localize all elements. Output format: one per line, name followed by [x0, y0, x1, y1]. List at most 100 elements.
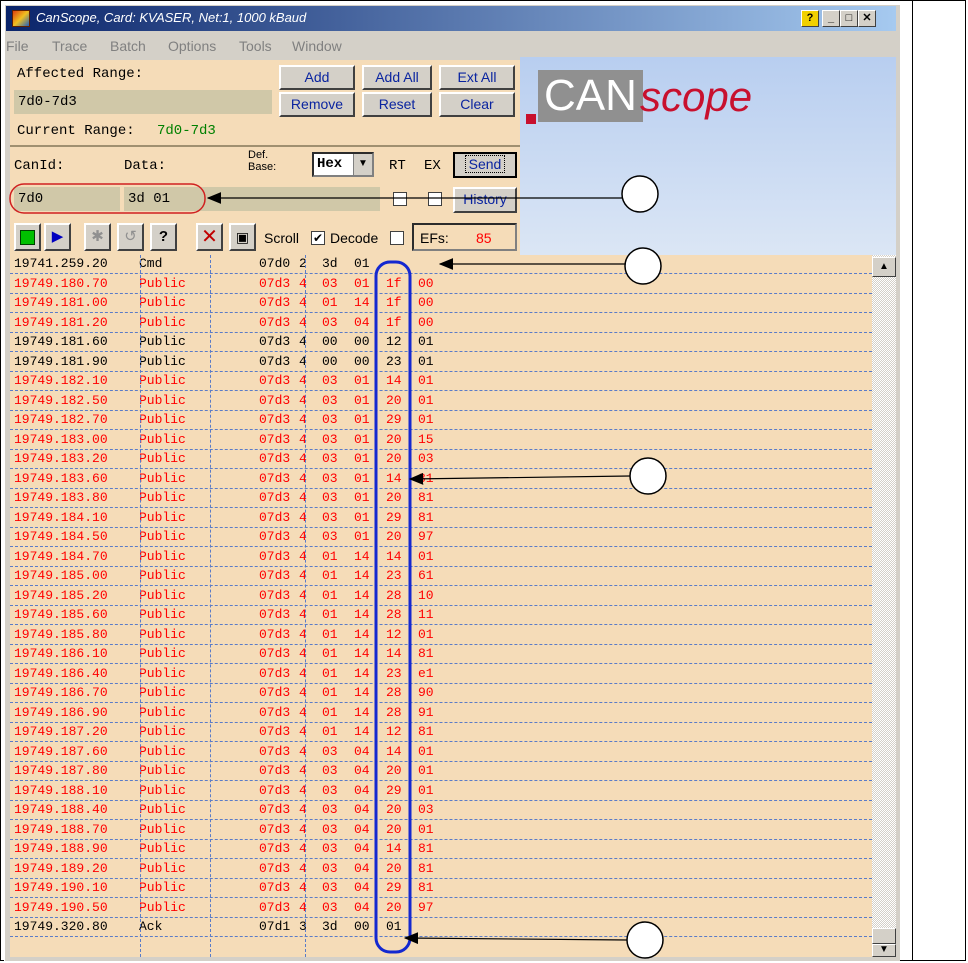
- trace-cell-b1: 01: [322, 626, 338, 642]
- ex-checkbox[interactable]: [428, 192, 442, 206]
- vertical-scrollbar[interactable]: [872, 255, 896, 957]
- menu-window[interactable]: Window: [292, 38, 342, 54]
- trace-cell-time: 19749.184.10: [14, 509, 108, 525]
- menu-options[interactable]: Options: [168, 38, 216, 54]
- trace-cell-id: 07d3: [259, 412, 291, 427]
- trace-cell-b4: 81: [418, 490, 434, 505]
- trace-cell-type: Public: [139, 860, 186, 876]
- ex-label: EX: [424, 158, 441, 174]
- trace-col-divider: [210, 255, 211, 957]
- trace-cell-b1: 03: [322, 743, 338, 759]
- canid-input[interactable]: 7d0: [14, 187, 120, 211]
- trace-cell-b4: 10: [418, 587, 434, 603]
- decode-checkbox[interactable]: [390, 231, 404, 245]
- trace-cell-id: 07d3: [259, 548, 291, 564]
- start-icon[interactable]: [14, 223, 41, 251]
- trace-cell-type: Public: [139, 275, 186, 291]
- trace-cell-b1: 03: [322, 782, 338, 798]
- trace-cell-b1: 01: [322, 607, 338, 622]
- logo-scope: scope: [640, 73, 753, 120]
- close-icon[interactable]: ✕: [858, 10, 876, 27]
- trace-cell-b2: 04: [354, 782, 370, 798]
- add-button[interactable]: Add: [279, 65, 355, 90]
- trace-cell-type: Public: [139, 509, 186, 525]
- menu-tools[interactable]: Tools: [239, 38, 272, 54]
- base-select[interactable]: Hex ▼: [312, 152, 374, 177]
- trace-cell-time: 19749.181.90: [14, 353, 108, 369]
- minimize-icon[interactable]: _: [822, 10, 840, 27]
- trace-cell-b3: 14: [386, 373, 402, 388]
- trace-cell-id: 07d3: [259, 431, 291, 447]
- chevron-down-icon[interactable]: ▼: [353, 154, 372, 175]
- trace-cell-b1: 03: [322, 529, 338, 544]
- trace-cell-id: 07d3: [259, 334, 291, 349]
- trace-cell-id: 07d3: [259, 295, 291, 310]
- ext-all-button[interactable]: Ext All: [439, 65, 515, 90]
- trace-cell-b4: 00: [418, 295, 434, 310]
- menu-batch[interactable]: Batch: [110, 38, 146, 54]
- play-icon[interactable]: ▶: [44, 223, 71, 251]
- trace-cell-b2: 14: [354, 607, 370, 622]
- trace-cell-type: Public: [139, 665, 186, 681]
- trace-cell-b1: 01: [322, 685, 338, 700]
- trace-cell-b1: 01: [322, 548, 338, 564]
- logo-dot: [526, 114, 536, 124]
- trace-cell-b4: 81: [418, 646, 434, 661]
- trace-cell-b4: 15: [418, 431, 434, 447]
- trace-cell-id: 07d3: [259, 568, 291, 583]
- history-button[interactable]: History: [453, 187, 517, 213]
- help-icon[interactable]: ?: [801, 10, 819, 27]
- delete-icon[interactable]: ✕: [196, 223, 223, 251]
- trace-cell-b2: 14: [354, 568, 370, 583]
- undo-icon[interactable]: ↺: [117, 223, 144, 251]
- rt-checkbox[interactable]: [393, 192, 407, 206]
- trace-cell-b3: 29: [386, 509, 402, 525]
- clear-button[interactable]: Clear: [439, 92, 515, 117]
- question-icon[interactable]: ?: [150, 223, 177, 251]
- save-icon[interactable]: ▣: [229, 223, 256, 251]
- scroll-down-icon[interactable]: ▼: [872, 944, 896, 957]
- affected-range-field[interactable]: 7d0-7d3: [14, 90, 272, 114]
- trace-cell-time: 19749.183.60: [14, 470, 108, 486]
- trace-cell-type: Public: [139, 373, 186, 388]
- trace-cell-b3: 12: [386, 724, 402, 739]
- maximize-icon[interactable]: □: [840, 10, 858, 27]
- trace-cell-b1: 03: [322, 470, 338, 486]
- trace-cell-b4: 01: [418, 626, 434, 642]
- trace-cell-b1: 01: [322, 665, 338, 681]
- trace-cell-b2: 01: [354, 256, 370, 271]
- trace-cell-b2: 04: [354, 860, 370, 876]
- trace-cell-b2: 14: [354, 548, 370, 564]
- trace-cell-b3: 28: [386, 587, 402, 603]
- trace-cell-time: 19749.183.20: [14, 451, 108, 466]
- trace-cell-b1: 01: [322, 724, 338, 739]
- scroll-checkbox[interactable]: ✔: [311, 231, 325, 245]
- menu-file[interactable]: File: [6, 38, 29, 54]
- remove-button[interactable]: Remove: [279, 92, 355, 117]
- trace-cell-b2: 04: [354, 899, 370, 915]
- scroll-up-icon[interactable]: ▲: [872, 257, 896, 277]
- asterisk-icon[interactable]: ✱: [84, 223, 111, 251]
- figure-divider: [912, 0, 913, 961]
- trace-cell-b2: 04: [354, 802, 370, 817]
- trace-cell-b4: 01: [418, 334, 434, 349]
- add-all-button[interactable]: Add All: [362, 65, 432, 90]
- trace-cell-b2: 04: [354, 821, 370, 837]
- trace-cell-type: Public: [139, 334, 186, 349]
- scrollbar-thumb[interactable]: [872, 928, 896, 944]
- trace-cell-type: Public: [139, 607, 186, 622]
- trace-cell-id: 07d3: [259, 353, 291, 369]
- trace-cell-b3: 12: [386, 626, 402, 642]
- trace-cell-b4: 81: [418, 470, 434, 486]
- menu-trace[interactable]: Trace: [52, 38, 87, 54]
- trace-cell-b3: 23: [386, 568, 402, 583]
- trace-cell-b2: 04: [354, 880, 370, 895]
- reset-button[interactable]: Reset: [362, 92, 432, 117]
- send-button[interactable]: Send: [453, 152, 517, 178]
- trace-cell-b3: 1f: [386, 314, 402, 330]
- trace-cell-b3: 14: [386, 548, 402, 564]
- trace-cell-b2: 01: [354, 373, 370, 388]
- data-input[interactable]: 3d 01: [124, 187, 380, 211]
- trace-cell-b2: 14: [354, 626, 370, 642]
- trace-cell-b3: 29: [386, 880, 402, 895]
